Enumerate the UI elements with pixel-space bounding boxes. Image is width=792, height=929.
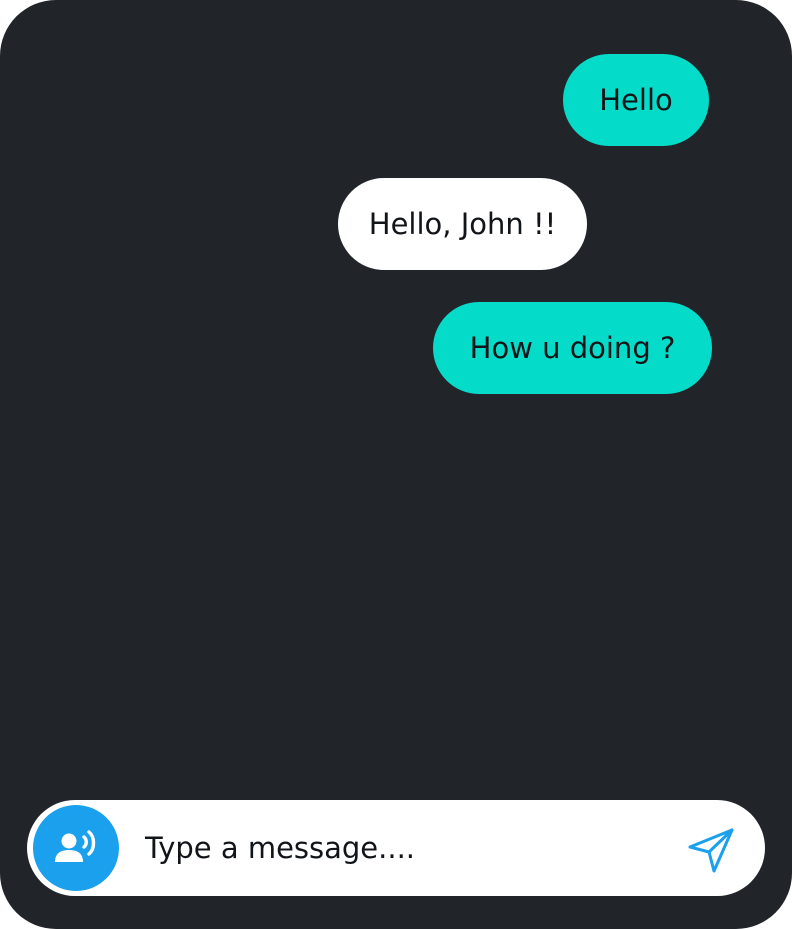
send-icon: [688, 828, 734, 873]
message-bubble-received: Hello, John !!: [338, 178, 587, 270]
message-bubble-sent: How u doing ?: [433, 302, 712, 394]
message-composer: [27, 800, 765, 896]
message-text: Hello: [599, 83, 673, 117]
voice-button[interactable]: [33, 805, 119, 891]
message-bubble-sent: Hello: [563, 54, 709, 146]
message-text: Hello, John !!: [368, 207, 557, 241]
message-input[interactable]: [145, 822, 665, 874]
send-button[interactable]: [685, 824, 737, 876]
message-text: How u doing ?: [469, 331, 676, 365]
chat-window: Hello Hello, John !! How u doing ?: [0, 0, 792, 929]
voice-user-icon: [55, 830, 96, 862]
